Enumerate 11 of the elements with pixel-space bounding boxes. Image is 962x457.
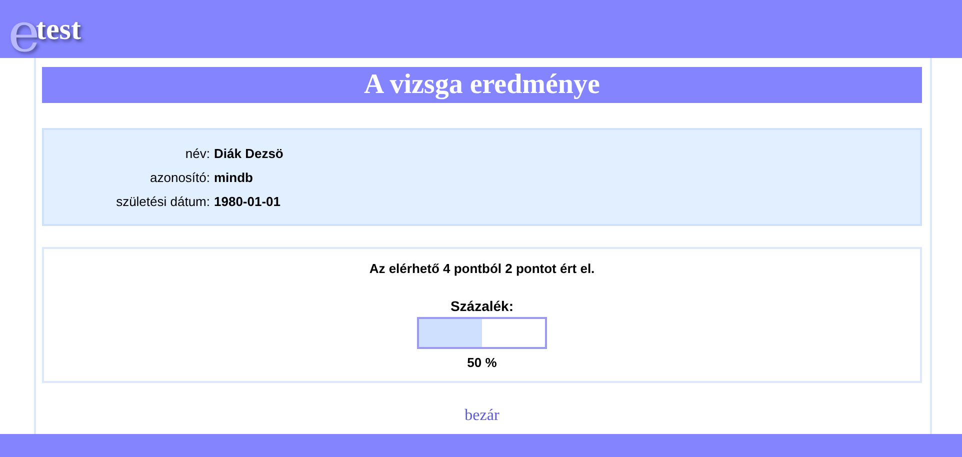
field-value: Diák Dezsö <box>214 146 284 160</box>
field-label: azonosító: <box>149 170 211 184</box>
close-link[interactable]: bezár <box>464 407 500 425</box>
page-title: A vizsga eredménye <box>42 67 922 103</box>
score-summary: Az elérhető 4 pontból 2 pontot ért el. <box>369 261 595 276</box>
field-value: mindb <box>214 170 254 184</box>
field-label: születési dátum: <box>115 194 211 208</box>
percent-value: 50 % <box>467 355 497 370</box>
field-value: 1980-01-01 <box>214 194 282 208</box>
percent-label: Százalék: <box>450 298 514 314</box>
field-label: név: <box>184 146 211 160</box>
